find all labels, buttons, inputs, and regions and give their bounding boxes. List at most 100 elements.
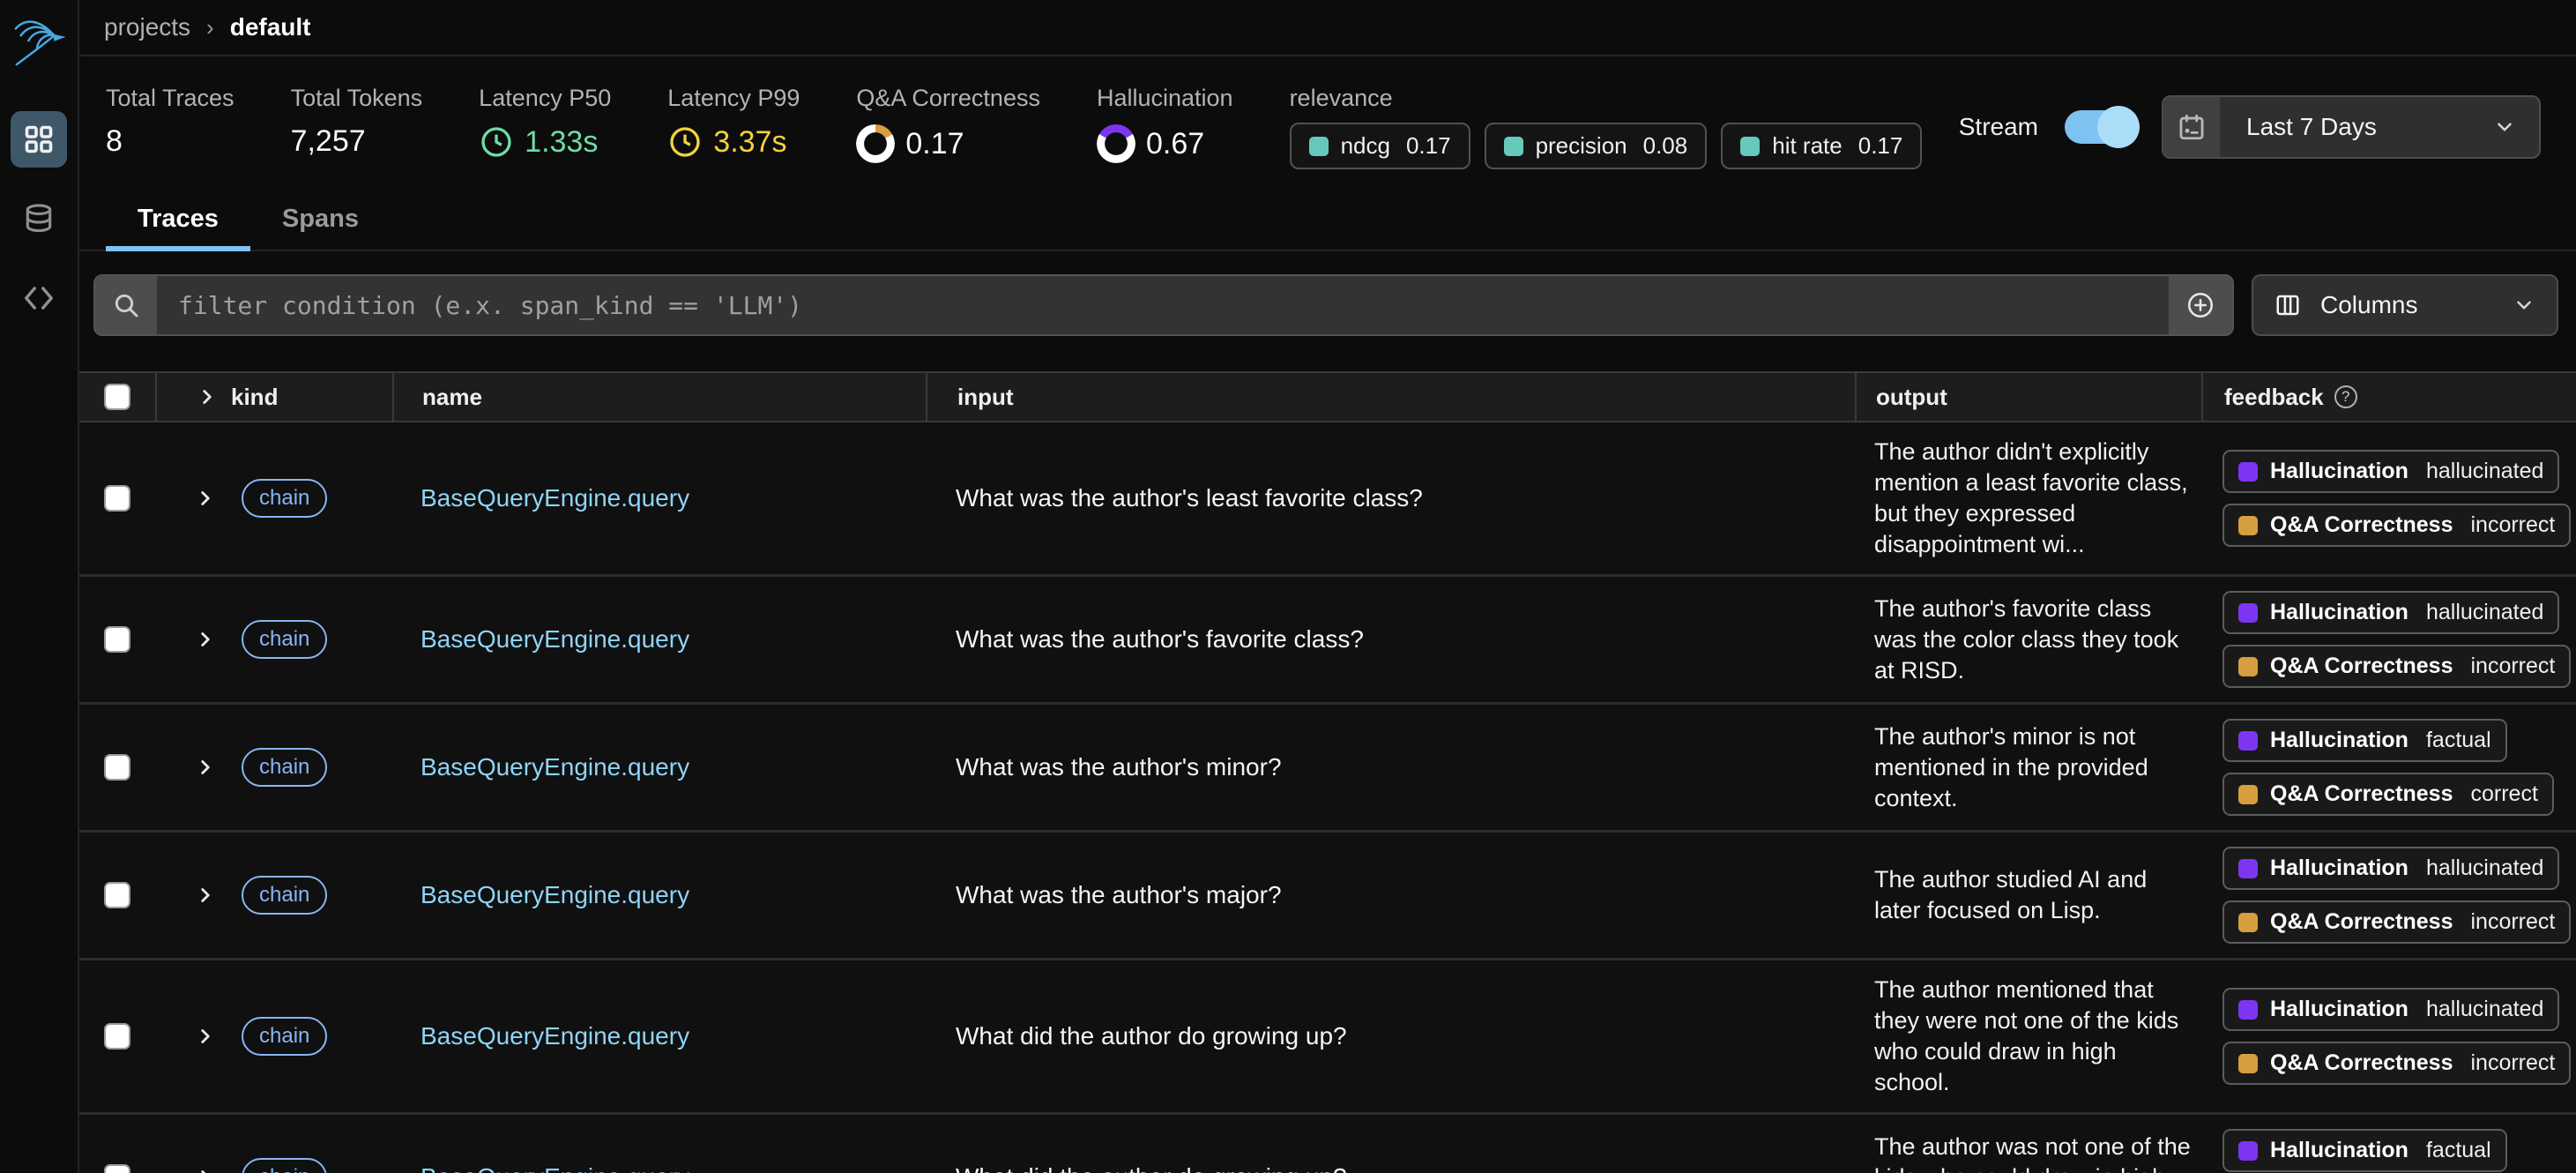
add-filter-button[interactable] bbox=[2169, 276, 2232, 334]
columns-icon bbox=[2274, 292, 2301, 318]
eval-name: Hallucination bbox=[2270, 1138, 2408, 1163]
input-cell: What was the author's major? bbox=[956, 881, 1282, 909]
select-all-checkbox[interactable] bbox=[104, 384, 130, 410]
search-icon bbox=[112, 291, 140, 319]
eval-color-square-icon bbox=[2238, 731, 2258, 751]
feedback-pill: Hallucination hallucinated bbox=[2222, 847, 2559, 890]
relevance-badge-precision: precision 0.08 bbox=[1485, 123, 1708, 169]
table-row[interactable]: chain BaseQueryEngine.query What did the… bbox=[79, 1115, 2576, 1173]
phoenix-logo-icon[interactable] bbox=[11, 12, 66, 69]
feedback-cell: Hallucination factual Q&A Correctness in… bbox=[2222, 1129, 2571, 1173]
filter-input-wrap bbox=[93, 274, 2234, 336]
eval-value: incorrect bbox=[2470, 1050, 2555, 1076]
table-row[interactable]: chain BaseQueryEngine.query What was the… bbox=[79, 422, 2576, 577]
stat-value: 8 bbox=[106, 124, 123, 159]
feedback-pill: Hallucination factual bbox=[2222, 719, 2507, 762]
row-checkbox[interactable] bbox=[104, 1023, 130, 1050]
expand-row-chevron-icon[interactable] bbox=[194, 756, 217, 779]
expand-row-chevron-icon[interactable] bbox=[194, 487, 217, 510]
feedback-cell: Hallucination hallucinated Q&A Correctne… bbox=[2222, 988, 2571, 1085]
relevance-group: relevance ndcg 0.17 precision 0.08 hi bbox=[1290, 85, 1923, 169]
span-name-link[interactable]: BaseQueryEngine.query bbox=[421, 881, 689, 909]
expand-row-chevron-icon[interactable] bbox=[194, 884, 217, 907]
help-icon[interactable]: ? bbox=[2334, 385, 2357, 408]
eval-color-square-icon bbox=[2238, 462, 2258, 482]
feedback-pill: Hallucination hallucinated bbox=[2222, 988, 2559, 1031]
span-name-link[interactable]: BaseQueryEngine.query bbox=[421, 1022, 689, 1050]
calendar-icon bbox=[2177, 112, 2207, 142]
eval-name: Hallucination bbox=[2270, 997, 2408, 1022]
table-row[interactable]: chain BaseQueryEngine.query What did the… bbox=[79, 960, 2576, 1115]
eval-name: Q&A Correctness bbox=[2270, 654, 2453, 679]
row-checkbox[interactable] bbox=[104, 1164, 130, 1173]
stat-qa-correctness: Q&A Correctness 0.17 bbox=[856, 85, 1040, 163]
table-row[interactable]: chain BaseQueryEngine.query What was the… bbox=[79, 833, 2576, 960]
header-name: name bbox=[422, 384, 482, 411]
span-kind-badge: chain bbox=[242, 1017, 327, 1056]
row-checkbox[interactable] bbox=[104, 485, 130, 512]
stat-label: Latency P99 bbox=[667, 85, 800, 112]
tab-spans[interactable]: Spans bbox=[250, 192, 391, 250]
sidebar-item-projects[interactable] bbox=[11, 111, 67, 168]
grid-icon bbox=[23, 123, 55, 155]
eval-name: Q&A Correctness bbox=[2270, 512, 2453, 538]
span-name-link[interactable]: BaseQueryEngine.query bbox=[421, 753, 689, 781]
tab-traces[interactable]: Traces bbox=[106, 192, 250, 250]
stat-value: 3.37s bbox=[713, 125, 786, 160]
calendar-button[interactable] bbox=[2163, 97, 2220, 157]
badge-name: hit rate bbox=[1772, 132, 1843, 160]
eval-name: Q&A Correctness bbox=[2270, 1050, 2453, 1076]
eval-color-square-icon bbox=[2238, 1141, 2258, 1161]
date-range-picker[interactable]: Last 7 Days bbox=[2162, 95, 2541, 159]
relevance-badge-hit-rate: hit rate 0.17 bbox=[1721, 123, 1922, 169]
eval-name: Hallucination bbox=[2270, 459, 2408, 484]
eval-name: Hallucination bbox=[2270, 855, 2408, 881]
sidebar-item-datasets[interactable] bbox=[11, 191, 67, 247]
span-name-link[interactable]: BaseQueryEngine.query bbox=[421, 1163, 689, 1173]
expand-row-chevron-icon[interactable] bbox=[194, 1025, 217, 1048]
span-name-link[interactable]: BaseQueryEngine.query bbox=[421, 484, 689, 512]
stat-value: 7,257 bbox=[291, 124, 366, 159]
eval-value: factual bbox=[2426, 728, 2491, 753]
feedback-pill: Q&A Correctness correct bbox=[2222, 773, 2554, 816]
stat-value: 1.33s bbox=[525, 125, 598, 160]
eval-value: hallucinated bbox=[2426, 855, 2543, 881]
eval-name: Hallucination bbox=[2270, 600, 2408, 625]
feedback-cell: Hallucination hallucinated Q&A Correctne… bbox=[2222, 847, 2571, 944]
table-row[interactable]: chain BaseQueryEngine.query What was the… bbox=[79, 577, 2576, 705]
table-row[interactable]: chain BaseQueryEngine.query What was the… bbox=[79, 705, 2576, 833]
code-icon bbox=[22, 281, 56, 315]
expand-row-chevron-icon[interactable] bbox=[194, 628, 217, 651]
eval-color-square-icon bbox=[2238, 859, 2258, 878]
donut-gauge-icon bbox=[856, 124, 895, 163]
database-icon bbox=[22, 202, 56, 235]
feedback-pill: Hallucination hallucinated bbox=[2222, 591, 2559, 634]
span-kind-badge: chain bbox=[242, 479, 327, 518]
sidebar-item-api[interactable] bbox=[11, 270, 67, 326]
columns-button[interactable]: Columns bbox=[2252, 274, 2558, 336]
input-cell: What did the author do growing up? bbox=[956, 1022, 1347, 1050]
stat-value: 0.17 bbox=[905, 127, 964, 161]
relevance-badge-ndcg: ndcg 0.17 bbox=[1290, 123, 1470, 169]
header-input: input bbox=[957, 384, 1014, 411]
stats-group: Total Traces 8 Total Tokens 7,257 Latenc… bbox=[106, 85, 1233, 163]
span-kind-badge: chain bbox=[242, 1158, 327, 1173]
row-checkbox[interactable] bbox=[104, 626, 130, 653]
search-segment bbox=[95, 276, 157, 334]
breadcrumb-projects[interactable]: projects bbox=[104, 13, 190, 41]
expand-row-chevron-icon[interactable] bbox=[194, 1166, 217, 1173]
eval-value: factual bbox=[2426, 1138, 2491, 1163]
badge-name: ndcg bbox=[1341, 132, 1390, 160]
filter-condition-input[interactable] bbox=[157, 276, 2169, 334]
row-checkbox[interactable] bbox=[104, 882, 130, 908]
feedback-pill: Q&A Correctness incorrect bbox=[2222, 1042, 2571, 1085]
eval-value: hallucinated bbox=[2426, 600, 2543, 625]
expand-all-chevron-icon[interactable] bbox=[196, 385, 219, 408]
span-name-link[interactable]: BaseQueryEngine.query bbox=[421, 625, 689, 654]
row-checkbox[interactable] bbox=[104, 754, 130, 781]
teal-square-icon bbox=[1504, 137, 1523, 156]
output-cell: The author didn't explicitly mention a l… bbox=[1874, 437, 2201, 560]
eval-value: incorrect bbox=[2470, 909, 2555, 935]
clock-icon bbox=[479, 124, 514, 160]
stream-toggle[interactable] bbox=[2065, 110, 2135, 144]
